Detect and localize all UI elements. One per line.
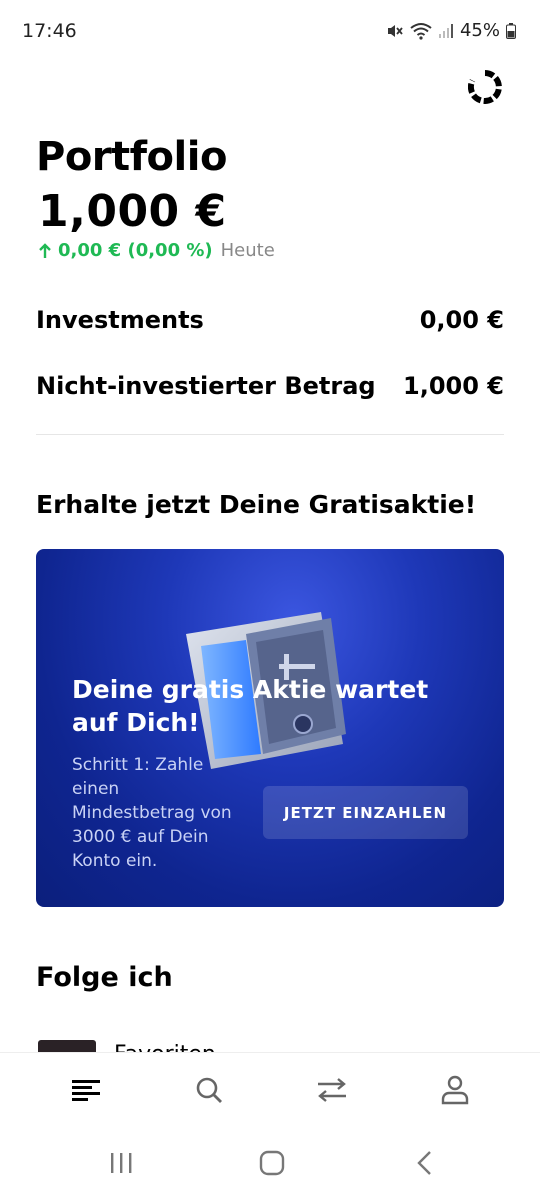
portfolio-total: 1,000 € bbox=[38, 186, 227, 237]
promo-title: Deine gratis Aktie wartet auf Dich! bbox=[72, 675, 429, 737]
battery-percent: 45% bbox=[459, 20, 500, 41]
home-icon bbox=[259, 1150, 285, 1176]
tab-search[interactable] bbox=[189, 1072, 229, 1108]
promo-text: Schritt 1: Zahle einen Mindestbetrag von… bbox=[72, 755, 232, 871]
deposit-button[interactable]: JETZT EINZAHLEN bbox=[263, 786, 468, 839]
favorites-label[interactable]: Favoriten bbox=[114, 1040, 216, 1052]
change-value: 0,00 € (0,00 %) bbox=[58, 240, 213, 261]
cash-label: Nicht-investierter Betrag bbox=[36, 372, 376, 400]
portfolio-change: 0,00 € (0,00 %) Heute bbox=[38, 240, 275, 261]
page-title: Portfolio bbox=[36, 134, 227, 180]
promo-heading: Erhalte jetzt Deine Gratisaktie! bbox=[36, 490, 477, 519]
home-button[interactable] bbox=[252, 1146, 292, 1180]
change-period: Heute bbox=[220, 240, 275, 261]
recent-apps-button[interactable] bbox=[101, 1146, 141, 1180]
search-icon bbox=[196, 1077, 222, 1103]
investments-value: 0,00 € bbox=[419, 306, 504, 334]
tab-profile[interactable] bbox=[435, 1072, 475, 1108]
divider bbox=[36, 434, 504, 435]
portfolio-lines-icon bbox=[72, 1080, 100, 1101]
investments-label: Investments bbox=[36, 306, 204, 334]
brand-logo-icon[interactable] bbox=[468, 70, 502, 104]
tab-transfers[interactable] bbox=[312, 1072, 352, 1108]
recent-apps-icon bbox=[111, 1153, 132, 1173]
status-icons: 45% bbox=[386, 20, 516, 41]
promo-card[interactable]: Deine gratis Aktie wartet auf Dich! Schr… bbox=[36, 549, 504, 907]
back-icon bbox=[417, 1151, 431, 1175]
tab-portfolio[interactable] bbox=[66, 1072, 106, 1108]
wifi-icon bbox=[410, 22, 432, 40]
signal-icon bbox=[438, 23, 453, 38]
battery-icon bbox=[506, 22, 516, 39]
profile-icon bbox=[441, 1075, 469, 1105]
mute-icon bbox=[387, 24, 403, 37]
cash-row[interactable]: Nicht-investierter Betrag 1,000 € bbox=[36, 372, 504, 400]
arrow-up-icon bbox=[39, 242, 51, 258]
back-button[interactable] bbox=[404, 1146, 444, 1180]
favorites-thumbnail[interactable] bbox=[38, 1040, 96, 1052]
status-time: 17:46 bbox=[22, 20, 77, 42]
following-heading: Folge ich bbox=[36, 962, 173, 993]
cash-value: 1,000 € bbox=[403, 372, 504, 400]
investments-row[interactable]: Investments 0,00 € bbox=[36, 306, 504, 334]
transfer-arrows-icon bbox=[318, 1078, 346, 1102]
